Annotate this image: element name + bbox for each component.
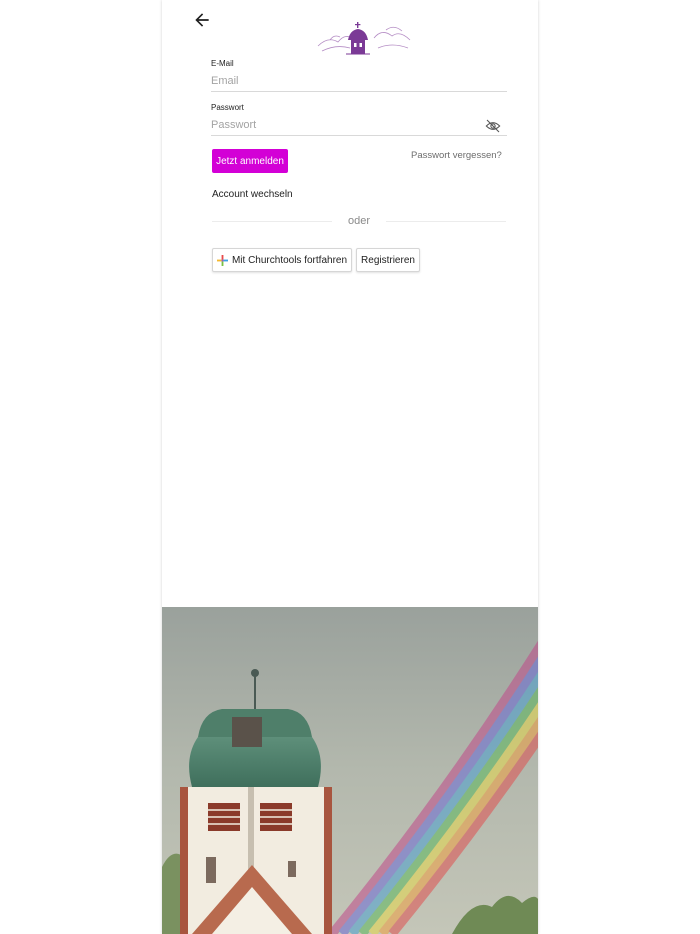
church-rainbow-photo — [162, 607, 538, 934]
churchtools-login-button[interactable]: Mit Churchtools fortfahren — [212, 248, 352, 272]
login-button[interactable]: Jetzt anmelden — [212, 149, 288, 173]
login-panel: E-Mail Passwort Jetzt anmelden Passwort … — [162, 0, 538, 934]
church-logo — [317, 22, 411, 55]
email-label: E-Mail — [211, 59, 234, 68]
register-button[interactable]: Registrieren — [356, 248, 420, 272]
churchtools-icon — [216, 254, 228, 266]
forgot-password-link[interactable]: Passwort vergessen? — [411, 150, 502, 161]
divider-right — [386, 221, 506, 222]
eye-off-icon[interactable] — [485, 119, 501, 133]
password-label: Passwort — [211, 103, 244, 112]
churchtools-label: Mit Churchtools fortfahren — [231, 254, 348, 266]
divider-left — [212, 221, 332, 222]
arrow-left-icon[interactable] — [192, 10, 212, 30]
password-input[interactable] — [211, 114, 507, 136]
email-input[interactable] — [211, 70, 507, 92]
switch-account-link[interactable]: Account wechseln — [212, 189, 293, 200]
divider-label: oder — [348, 215, 371, 227]
